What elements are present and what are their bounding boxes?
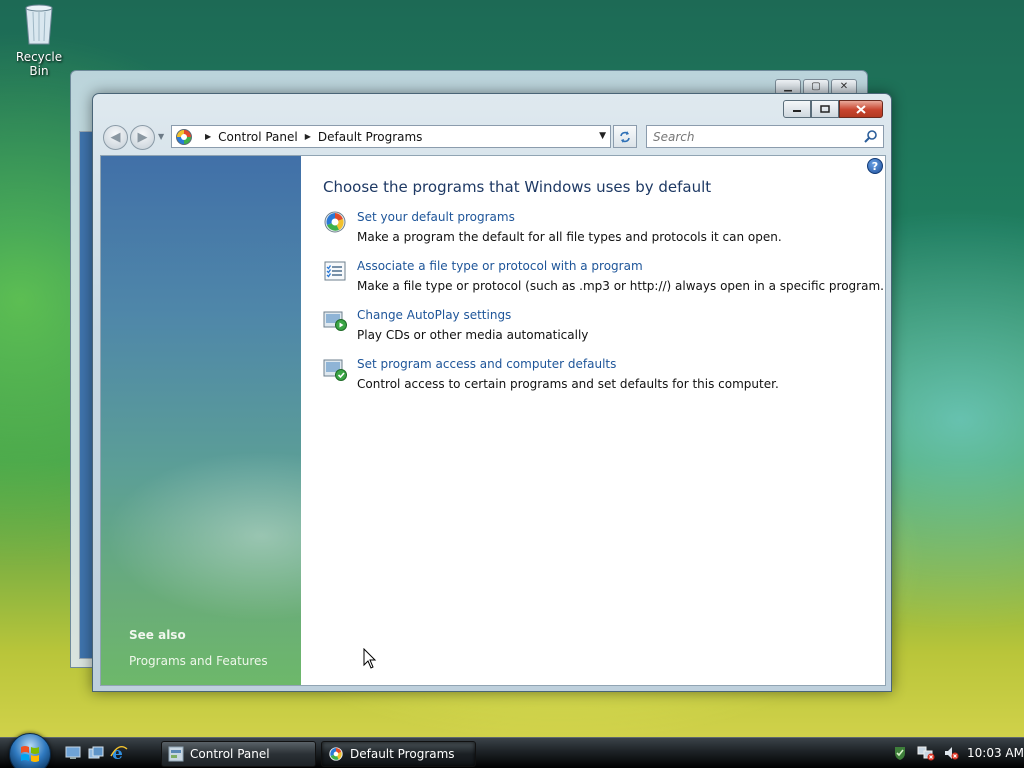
network-disconnected-icon[interactable]	[917, 745, 935, 761]
notification-area: 10:03 AM	[884, 738, 1024, 768]
breadcrumb-control-panel[interactable]: Control Panel	[218, 130, 298, 144]
see-also-heading: See also	[129, 628, 186, 642]
show-desktop-icon[interactable]	[64, 744, 82, 762]
maximize-icon	[820, 105, 830, 113]
window-content: See also Programs and Features ? Choose …	[100, 155, 886, 686]
page-title: Choose the programs that Windows uses by…	[323, 178, 712, 196]
set-program-access-link[interactable]: Set program access and computer defaults	[357, 357, 616, 371]
taskbar-control-panel-button[interactable]: Control Panel	[161, 741, 316, 767]
refresh-button[interactable]	[613, 125, 637, 148]
switch-windows-icon[interactable]	[87, 744, 105, 762]
back-arrow-icon: ◀	[110, 130, 121, 145]
recent-pages-dropdown-icon[interactable]: ▼	[158, 132, 164, 141]
refresh-icon	[620, 130, 630, 143]
minimize-icon	[793, 110, 801, 112]
maximize-button[interactable]	[811, 100, 839, 118]
mouse-cursor-icon	[363, 648, 377, 669]
breadcrumb-arrow-icon[interactable]: ▶	[305, 132, 311, 141]
task-pane: See also Programs and Features	[101, 156, 301, 685]
default-programs-window: ◀ ▶ ▼ ▶ Control Panel ▶ Default Programs…	[92, 93, 892, 692]
volume-muted-icon[interactable]	[943, 745, 960, 761]
associate-file-type-link[interactable]: Associate a file type or protocol with a…	[357, 259, 643, 273]
taskbar-button-label: Control Panel	[190, 747, 270, 761]
address-bar[interactable]: ▶ Control Panel ▶ Default Programs ▼	[171, 125, 611, 148]
recycle-bin-label: Recycle Bin	[15, 50, 63, 78]
close-icon	[856, 104, 866, 114]
caption-buttons	[783, 100, 883, 118]
windows-logo-icon	[21, 746, 39, 762]
taskbar-button-label: Default Programs	[350, 747, 455, 761]
address-dropdown-icon[interactable]: ▼	[599, 131, 606, 141]
start-button[interactable]	[9, 733, 51, 768]
task-description: Control access to certain programs and s…	[357, 377, 779, 391]
search-box[interactable]	[646, 125, 884, 148]
programs-and-features-link[interactable]: Programs and Features	[129, 654, 268, 668]
forward-arrow-icon: ▶	[137, 130, 148, 145]
navigation-bar: ◀ ▶ ▼ ▶ Control Panel ▶ Default Programs…	[101, 124, 884, 150]
set-default-programs-link[interactable]: Set your default programs	[357, 210, 515, 224]
default-programs-icon	[329, 747, 343, 761]
breadcrumb-arrow-icon[interactable]: ▶	[205, 132, 211, 141]
task-description: Make a file type or protocol (such as .m…	[357, 279, 884, 293]
control-panel-icon	[168, 746, 184, 762]
recycle-bin-icon	[22, 2, 56, 46]
minimize-button[interactable]	[783, 100, 811, 118]
recycle-bin-desktop-icon[interactable]: Recycle Bin	[6, 2, 72, 78]
search-icon[interactable]	[863, 129, 878, 144]
autoplay-icon	[323, 311, 347, 331]
default-programs-icon	[324, 211, 346, 233]
system-clock[interactable]: 10:03 AM	[967, 746, 1024, 760]
task-description: Play CDs or other media automatically	[357, 328, 589, 342]
help-icon[interactable]: ?	[867, 158, 883, 174]
close-button[interactable]	[839, 100, 883, 118]
taskbar-default-programs-button[interactable]: Default Programs	[321, 741, 476, 767]
file-association-icon	[324, 261, 346, 281]
main-content: ? Choose the programs that Windows uses …	[301, 156, 885, 685]
change-autoplay-settings-link[interactable]: Change AutoPlay settings	[357, 308, 511, 322]
search-input[interactable]	[653, 129, 853, 144]
forward-button[interactable]: ▶	[130, 125, 155, 150]
program-access-icon	[323, 359, 347, 381]
security-shield-icon[interactable]	[892, 745, 909, 761]
back-button[interactable]: ◀	[103, 125, 128, 150]
breadcrumb-default-programs[interactable]: Default Programs	[318, 130, 423, 144]
internet-explorer-icon[interactable]: e	[110, 744, 128, 762]
task-description: Make a program the default for all file …	[357, 230, 782, 244]
taskbar: e Control Panel Default Programs 10:03 A…	[0, 733, 1024, 768]
default-programs-icon	[176, 128, 192, 145]
